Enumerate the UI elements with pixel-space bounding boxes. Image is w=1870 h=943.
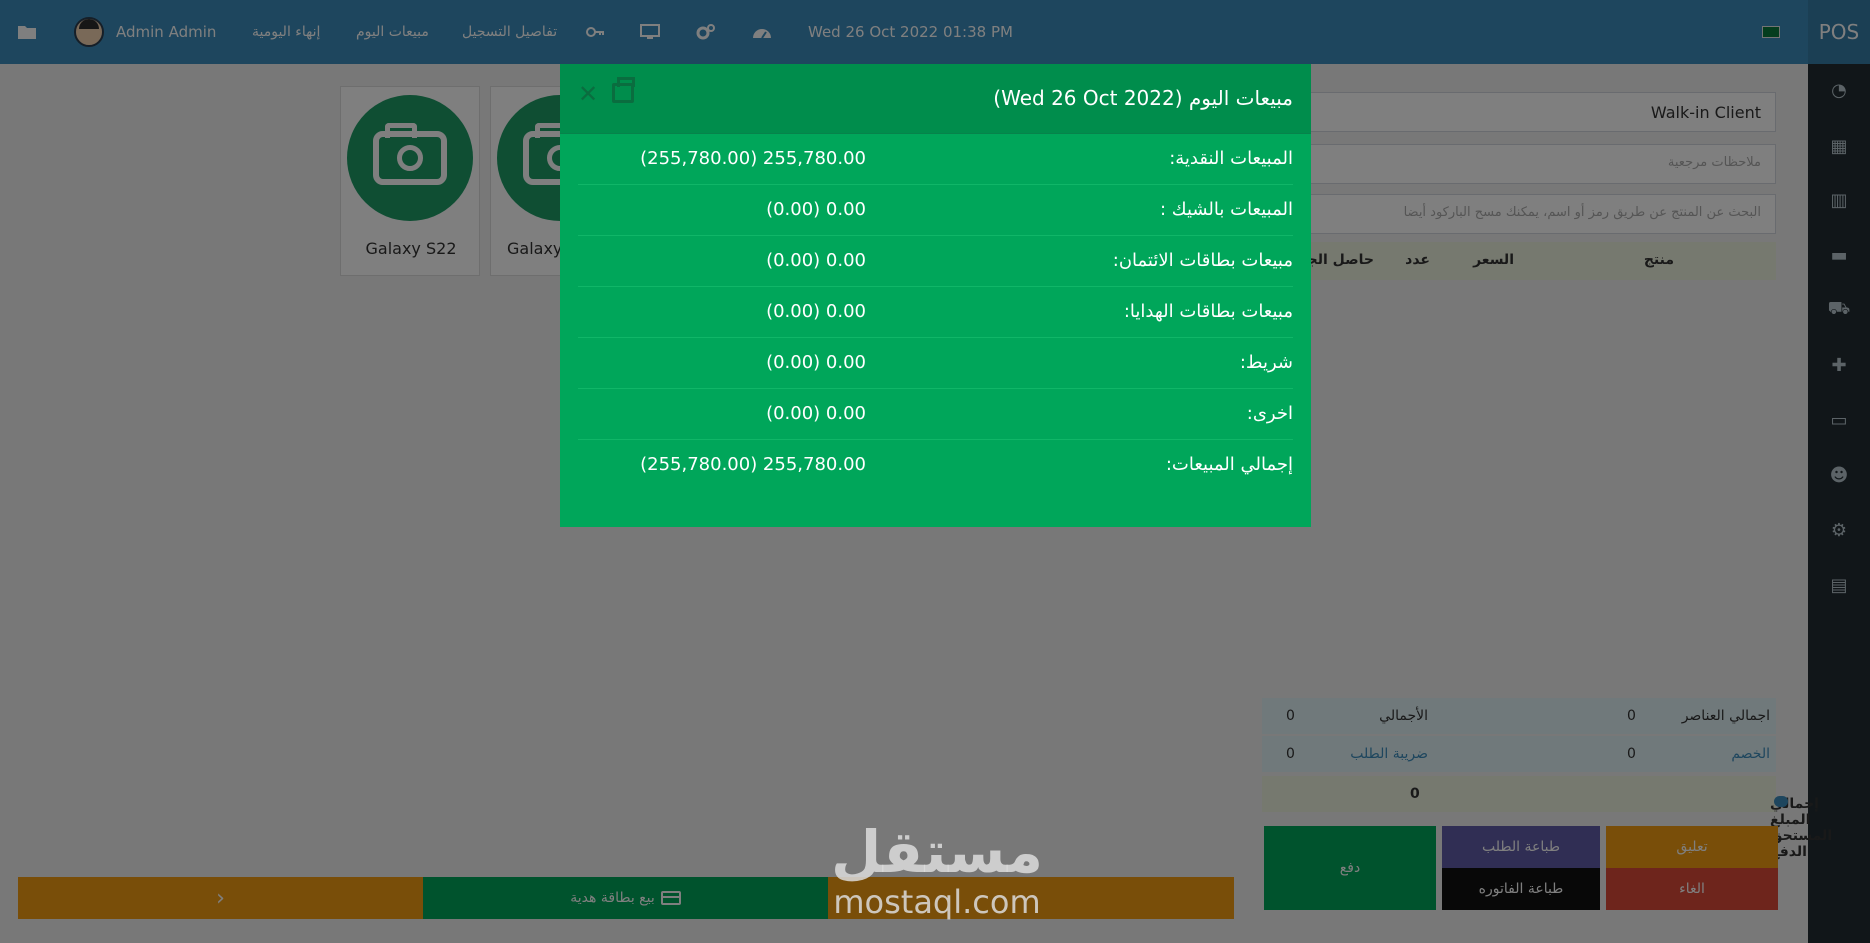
sales-label: شريط: (1239, 352, 1293, 373)
sales-label: إجمالي المبيعات: (1165, 454, 1293, 475)
modal-header: ✕ مبيعات اليوم (Wed 26 Oct 2022) (560, 64, 1311, 134)
watermark-arabic: مستقل (830, 818, 1044, 886)
sales-row: المبيعات بالشيك : (0.00) 0.00 (578, 185, 1293, 236)
today-sales-modal: ✕ مبيعات اليوم (Wed 26 Oct 2022) المبيعا… (560, 64, 1311, 527)
sales-label: مبيعات بطاقات الائتمان: (1112, 250, 1293, 271)
total-sales-row: إجمالي المبيعات: (255,780.00) 255,780.00 (578, 440, 1293, 491)
sales-row: مبيعات بطاقات الائتمان: (0.00) 0.00 (578, 236, 1293, 287)
sales-label: اخرى: (1246, 403, 1293, 424)
watermark: مستقل mostaql.com (822, 820, 1052, 920)
print-icon[interactable] (612, 77, 635, 103)
modal-title: مبيعات اليوم (Wed 26 Oct 2022) (993, 86, 1293, 110)
sales-value: (255,780.00) 255,780.00 (640, 148, 866, 169)
sales-row: اخرى: (0.00) 0.00 (578, 389, 1293, 440)
sales-row: المبيعات النقدية: (255,780.00) 255,780.0… (578, 134, 1293, 185)
sales-value: (0.00) 0.00 (766, 301, 866, 322)
sales-value: (0.00) 0.00 (766, 403, 866, 424)
sales-label: مبيعات بطاقات الهدايا: (1123, 301, 1293, 322)
sales-label: المبيعات النقدية: (1169, 148, 1293, 169)
sales-value: (0.00) 0.00 (766, 352, 866, 373)
sales-value: (255,780.00) 255,780.00 (640, 454, 866, 475)
sales-row: مبيعات بطاقات الهدايا: (0.00) 0.00 (578, 287, 1293, 338)
watermark-latin: mostaql.com (833, 883, 1041, 921)
sales-label: المبيعات بالشيك : (1159, 199, 1293, 220)
sales-value: (0.00) 0.00 (766, 250, 866, 271)
close-icon[interactable]: ✕ (578, 80, 598, 108)
sales-row: شريط: (0.00) 0.00 (578, 338, 1293, 389)
sales-value: (0.00) 0.00 (766, 199, 866, 220)
